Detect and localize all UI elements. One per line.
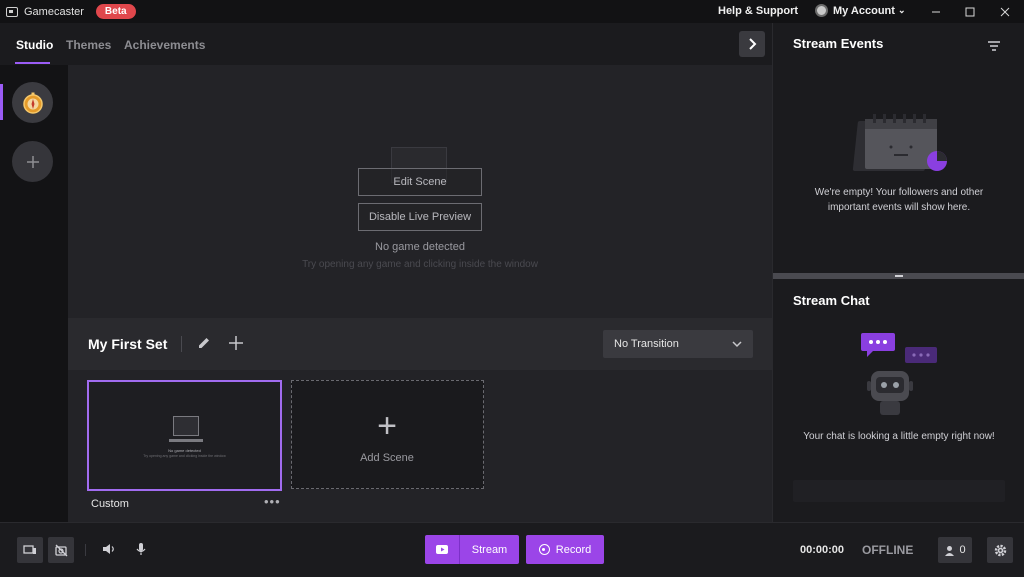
chat-bot-icon <box>861 333 937 415</box>
stream-timer: 00:00:00 <box>800 544 845 556</box>
bottom-bar: Stream Record 00:00:00 OFFLINE 0 <box>0 522 1024 577</box>
more-options-icon[interactable]: ••• <box>264 494 281 509</box>
transition-value: No Transition <box>614 338 679 350</box>
help-support-link[interactable]: Help & Support <box>718 5 798 17</box>
chat-empty-message: Your chat is looking a little empty righ… <box>803 431 995 442</box>
capture-source-button[interactable] <box>17 537 43 563</box>
stream-events-title: Stream Events <box>793 36 884 51</box>
webcam-toggle-button[interactable] <box>48 537 74 563</box>
minimize-button[interactable] <box>919 0 953 23</box>
compass-icon <box>22 92 43 114</box>
active-tab-indicator <box>15 62 50 64</box>
stream-label: Stream <box>471 543 508 556</box>
game-rail <box>0 65 68 522</box>
user-icon <box>945 545 955 556</box>
close-button[interactable] <box>988 0 1022 23</box>
add-scene-button[interactable]: + Add Scene <box>291 380 484 489</box>
plus-icon <box>26 155 39 168</box>
stream-button[interactable]: Stream <box>425 535 519 564</box>
viewer-count[interactable]: 0 <box>938 537 972 563</box>
scene-name: Custom <box>91 498 129 510</box>
scene-card-custom[interactable]: No game detected Try opening any game an… <box>87 380 282 491</box>
no-game-hint: Try opening any game and clicking inside… <box>302 259 538 270</box>
chevron-right-icon <box>749 38 757 50</box>
disable-live-preview-button[interactable]: Disable Live Preview <box>358 203 482 231</box>
camera-off-icon <box>55 544 68 557</box>
scene-set-bar: My First Set No Transition <box>68 318 772 370</box>
panel-splitter[interactable] <box>773 273 1024 279</box>
right-panel: Stream Events We're empty! Your follower… <box>772 23 1024 522</box>
filter-icon[interactable] <box>987 40 1001 52</box>
live-preview: Edit Scene Disable Live Preview No game … <box>68 65 772 318</box>
edit-scene-button[interactable]: Edit Scene <box>358 168 482 196</box>
scene-thumb-title: No game detected <box>168 448 201 453</box>
record-label: Record <box>555 543 592 556</box>
add-set-button[interactable] <box>228 335 244 351</box>
microphone-icon[interactable] <box>135 542 147 556</box>
viewer-count-value: 0 <box>959 544 966 556</box>
record-icon <box>538 544 550 555</box>
monitor-icon <box>23 545 36 554</box>
account-menu[interactable]: My Account ⌄ <box>815 4 905 17</box>
account-label: My Account <box>833 4 895 17</box>
no-game-message: No game detected <box>375 241 465 253</box>
add-scene-label: Add Scene <box>360 452 414 464</box>
beta-badge: Beta <box>95 4 136 19</box>
chat-input[interactable] <box>793 480 1005 502</box>
chevron-down-icon <box>732 341 742 348</box>
calendar-icon <box>852 114 947 171</box>
tab-themes[interactable]: Themes <box>66 38 111 52</box>
rail-game-item[interactable] <box>12 82 53 123</box>
chevron-down-icon: ⌄ <box>897 5 906 15</box>
events-empty-message: We're empty! Your followers and other im… <box>814 187 984 213</box>
maximize-button[interactable] <box>953 0 987 23</box>
youtube-icon <box>425 535 460 564</box>
collapse-panel-button[interactable] <box>739 31 765 57</box>
record-button[interactable]: Record <box>526 535 604 564</box>
set-title: My First Set <box>88 336 168 352</box>
settings-button[interactable] <box>987 537 1013 563</box>
tab-achievements[interactable]: Achievements <box>124 38 205 52</box>
stream-chat-title: Stream Chat <box>793 293 870 308</box>
gear-icon <box>994 544 1006 556</box>
avatar-icon <box>815 4 828 17</box>
monitor-icon <box>173 416 199 436</box>
monitor-stand <box>169 439 203 442</box>
divider <box>181 336 182 352</box>
stream-status: OFFLINE <box>862 543 914 557</box>
app-name: Gamecaster <box>24 5 84 18</box>
scene-list: No game detected Try opening any game an… <box>68 370 772 522</box>
tab-studio[interactable]: Studio <box>16 38 53 52</box>
title-bar: Gamecaster Beta Help & Support My Accoun… <box>0 0 1024 23</box>
transition-select[interactable]: No Transition <box>603 330 753 358</box>
rail-active-indicator <box>0 84 3 120</box>
app-logo-icon <box>6 6 18 17</box>
plus-icon: + <box>377 407 397 445</box>
speaker-icon[interactable] <box>102 542 116 556</box>
divider <box>85 544 86 556</box>
studio-tabs: Studio Themes Achievements <box>0 23 772 65</box>
pencil-icon[interactable] <box>196 335 212 351</box>
scene-thumb-hint: Try opening any game and clicking inside… <box>143 454 226 458</box>
rail-add-game-button[interactable] <box>12 141 53 182</box>
